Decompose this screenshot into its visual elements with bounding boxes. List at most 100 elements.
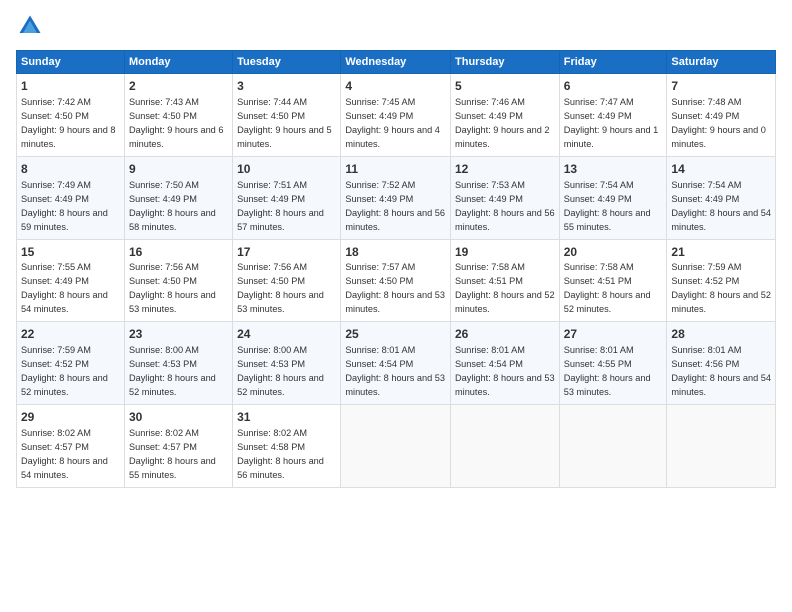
day-info: Sunrise: 7:49 AMSunset: 4:49 PMDaylight:… [21, 180, 108, 232]
day-info: Sunrise: 7:44 AMSunset: 4:50 PMDaylight:… [237, 97, 332, 149]
day-number: 16 [129, 244, 228, 261]
day-number: 9 [129, 161, 228, 178]
page-container: SundayMondayTuesdayWednesdayThursdayFrid… [0, 0, 792, 496]
calendar-cell: 18Sunrise: 7:57 AMSunset: 4:50 PMDayligh… [341, 239, 451, 322]
day-number: 8 [21, 161, 120, 178]
week-row-5: 29 Sunrise: 8:02 AMSunset: 4:57 PMDayligh… [17, 405, 776, 488]
day-info: Sunrise: 8:02 AMSunset: 4:57 PMDaylight:… [129, 428, 216, 480]
calendar-cell: 20Sunrise: 7:58 AMSunset: 4:51 PMDayligh… [559, 239, 667, 322]
day-number: 21 [671, 244, 771, 261]
day-number: 4 [345, 78, 446, 95]
day-info: Sunrise: 8:01 AMSunset: 4:56 PMDaylight:… [671, 345, 771, 397]
calendar-cell: 31 Sunrise: 8:02 AMSunset: 4:58 PMDayligh… [233, 405, 341, 488]
calendar-cell: 19Sunrise: 7:58 AMSunset: 4:51 PMDayligh… [451, 239, 560, 322]
day-info: Sunrise: 7:59 AMSunset: 4:52 PMDaylight:… [21, 345, 108, 397]
day-number: 6 [564, 78, 663, 95]
day-number: 19 [455, 244, 555, 261]
day-number: 29 [21, 409, 120, 426]
calendar-cell [451, 405, 560, 488]
day-number: 27 [564, 326, 663, 343]
calendar-cell: 27 Sunrise: 8:01 AMSunset: 4:55 PMDayligh… [559, 322, 667, 405]
weekday-header-tuesday: Tuesday [233, 51, 341, 74]
calendar-cell: 3 Sunrise: 7:44 AMSunset: 4:50 PMDaylight… [233, 74, 341, 157]
day-number: 5 [455, 78, 555, 95]
day-number: 31 [237, 409, 336, 426]
calendar-cell: 15Sunrise: 7:55 AMSunset: 4:49 PMDayligh… [17, 239, 125, 322]
calendar-cell: 17Sunrise: 7:56 AMSunset: 4:50 PMDayligh… [233, 239, 341, 322]
weekday-header-thursday: Thursday [451, 51, 560, 74]
logo-icon [16, 12, 44, 40]
day-info: Sunrise: 8:00 AMSunset: 4:53 PMDaylight:… [129, 345, 216, 397]
day-info: Sunrise: 7:53 AMSunset: 4:49 PMDaylight:… [455, 180, 555, 232]
day-number: 25 [345, 326, 446, 343]
calendar-cell: 9 Sunrise: 7:50 AMSunset: 4:49 PMDaylight… [124, 156, 232, 239]
day-info: Sunrise: 7:47 AMSunset: 4:49 PMDaylight:… [564, 97, 659, 149]
calendar-cell: 1Sunrise: 7:42 AMSunset: 4:50 PMDaylight… [17, 74, 125, 157]
weekday-header-monday: Monday [124, 51, 232, 74]
calendar-cell [667, 405, 776, 488]
day-info: Sunrise: 8:01 AMSunset: 4:55 PMDaylight:… [564, 345, 651, 397]
day-number: 3 [237, 78, 336, 95]
day-info: Sunrise: 8:02 AMSunset: 4:58 PMDaylight:… [237, 428, 324, 480]
calendar-cell: 21Sunrise: 7:59 AMSunset: 4:52 PMDayligh… [667, 239, 776, 322]
day-info: Sunrise: 7:56 AMSunset: 4:50 PMDaylight:… [237, 262, 324, 314]
day-number: 28 [671, 326, 771, 343]
day-number: 13 [564, 161, 663, 178]
week-row-4: 22 Sunrise: 7:59 AMSunset: 4:52 PMDayligh… [17, 322, 776, 405]
day-number: 11 [345, 161, 446, 178]
calendar-cell: 8 Sunrise: 7:49 AMSunset: 4:49 PMDaylight… [17, 156, 125, 239]
weekday-header-wednesday: Wednesday [341, 51, 451, 74]
day-number: 30 [129, 409, 228, 426]
week-row-3: 15Sunrise: 7:55 AMSunset: 4:49 PMDayligh… [17, 239, 776, 322]
day-number: 26 [455, 326, 555, 343]
day-info: Sunrise: 7:48 AMSunset: 4:49 PMDaylight:… [671, 97, 766, 149]
calendar-cell: 6 Sunrise: 7:47 AMSunset: 4:49 PMDaylight… [559, 74, 667, 157]
day-number: 10 [237, 161, 336, 178]
day-info: Sunrise: 7:51 AMSunset: 4:49 PMDaylight:… [237, 180, 324, 232]
day-info: Sunrise: 7:58 AMSunset: 4:51 PMDaylight:… [564, 262, 651, 314]
day-info: Sunrise: 8:02 AMSunset: 4:57 PMDaylight:… [21, 428, 108, 480]
calendar-cell: 28 Sunrise: 8:01 AMSunset: 4:56 PMDayligh… [667, 322, 776, 405]
calendar-cell: 4 Sunrise: 7:45 AMSunset: 4:49 PMDaylight… [341, 74, 451, 157]
calendar-cell: 2Sunrise: 7:43 AMSunset: 4:50 PMDaylight… [124, 74, 232, 157]
calendar-cell: 26Sunrise: 8:01 AMSunset: 4:54 PMDayligh… [451, 322, 560, 405]
day-info: Sunrise: 8:00 AMSunset: 4:53 PMDaylight:… [237, 345, 324, 397]
calendar-cell: 30 Sunrise: 8:02 AMSunset: 4:57 PMDayligh… [124, 405, 232, 488]
calendar-cell: 12 Sunrise: 7:53 AMSunset: 4:49 PMDayligh… [451, 156, 560, 239]
day-number: 12 [455, 161, 555, 178]
day-number: 22 [21, 326, 120, 343]
calendar-cell [559, 405, 667, 488]
calendar-cell: 10 Sunrise: 7:51 AMSunset: 4:49 PMDayligh… [233, 156, 341, 239]
day-number: 24 [237, 326, 336, 343]
calendar-cell: 29 Sunrise: 8:02 AMSunset: 4:57 PMDayligh… [17, 405, 125, 488]
page-header [16, 12, 776, 40]
weekday-header-sunday: Sunday [17, 51, 125, 74]
calendar-cell: 13Sunrise: 7:54 AMSunset: 4:49 PMDayligh… [559, 156, 667, 239]
calendar-cell: 7 Sunrise: 7:48 AMSunset: 4:49 PMDaylight… [667, 74, 776, 157]
day-info: Sunrise: 7:59 AMSunset: 4:52 PMDaylight:… [671, 262, 771, 314]
day-number: 20 [564, 244, 663, 261]
day-info: Sunrise: 7:45 AMSunset: 4:49 PMDaylight:… [345, 97, 440, 149]
day-number: 14 [671, 161, 771, 178]
day-info: Sunrise: 7:52 AMSunset: 4:49 PMDaylight:… [345, 180, 445, 232]
day-info: Sunrise: 7:54 AMSunset: 4:49 PMDaylight:… [671, 180, 771, 232]
day-number: 17 [237, 244, 336, 261]
calendar-cell: 14 Sunrise: 7:54 AMSunset: 4:49 PMDayligh… [667, 156, 776, 239]
day-number: 2 [129, 78, 228, 95]
day-info: Sunrise: 7:46 AMSunset: 4:49 PMDaylight:… [455, 97, 550, 149]
week-row-2: 8 Sunrise: 7:49 AMSunset: 4:49 PMDaylight… [17, 156, 776, 239]
day-number: 18 [345, 244, 446, 261]
day-number: 15 [21, 244, 120, 261]
calendar-cell: 5 Sunrise: 7:46 AMSunset: 4:49 PMDaylight… [451, 74, 560, 157]
calendar-cell: 25Sunrise: 8:01 AMSunset: 4:54 PMDayligh… [341, 322, 451, 405]
day-number: 7 [671, 78, 771, 95]
day-info: Sunrise: 7:50 AMSunset: 4:49 PMDaylight:… [129, 180, 216, 232]
day-info: Sunrise: 7:42 AMSunset: 4:50 PMDaylight:… [21, 97, 116, 149]
calendar-cell [341, 405, 451, 488]
day-number: 23 [129, 326, 228, 343]
weekday-row: SundayMondayTuesdayWednesdayThursdayFrid… [17, 51, 776, 74]
calendar-header: SundayMondayTuesdayWednesdayThursdayFrid… [17, 51, 776, 74]
week-row-1: 1Sunrise: 7:42 AMSunset: 4:50 PMDaylight… [17, 74, 776, 157]
weekday-header-friday: Friday [559, 51, 667, 74]
calendar-cell: 11 Sunrise: 7:52 AMSunset: 4:49 PMDayligh… [341, 156, 451, 239]
